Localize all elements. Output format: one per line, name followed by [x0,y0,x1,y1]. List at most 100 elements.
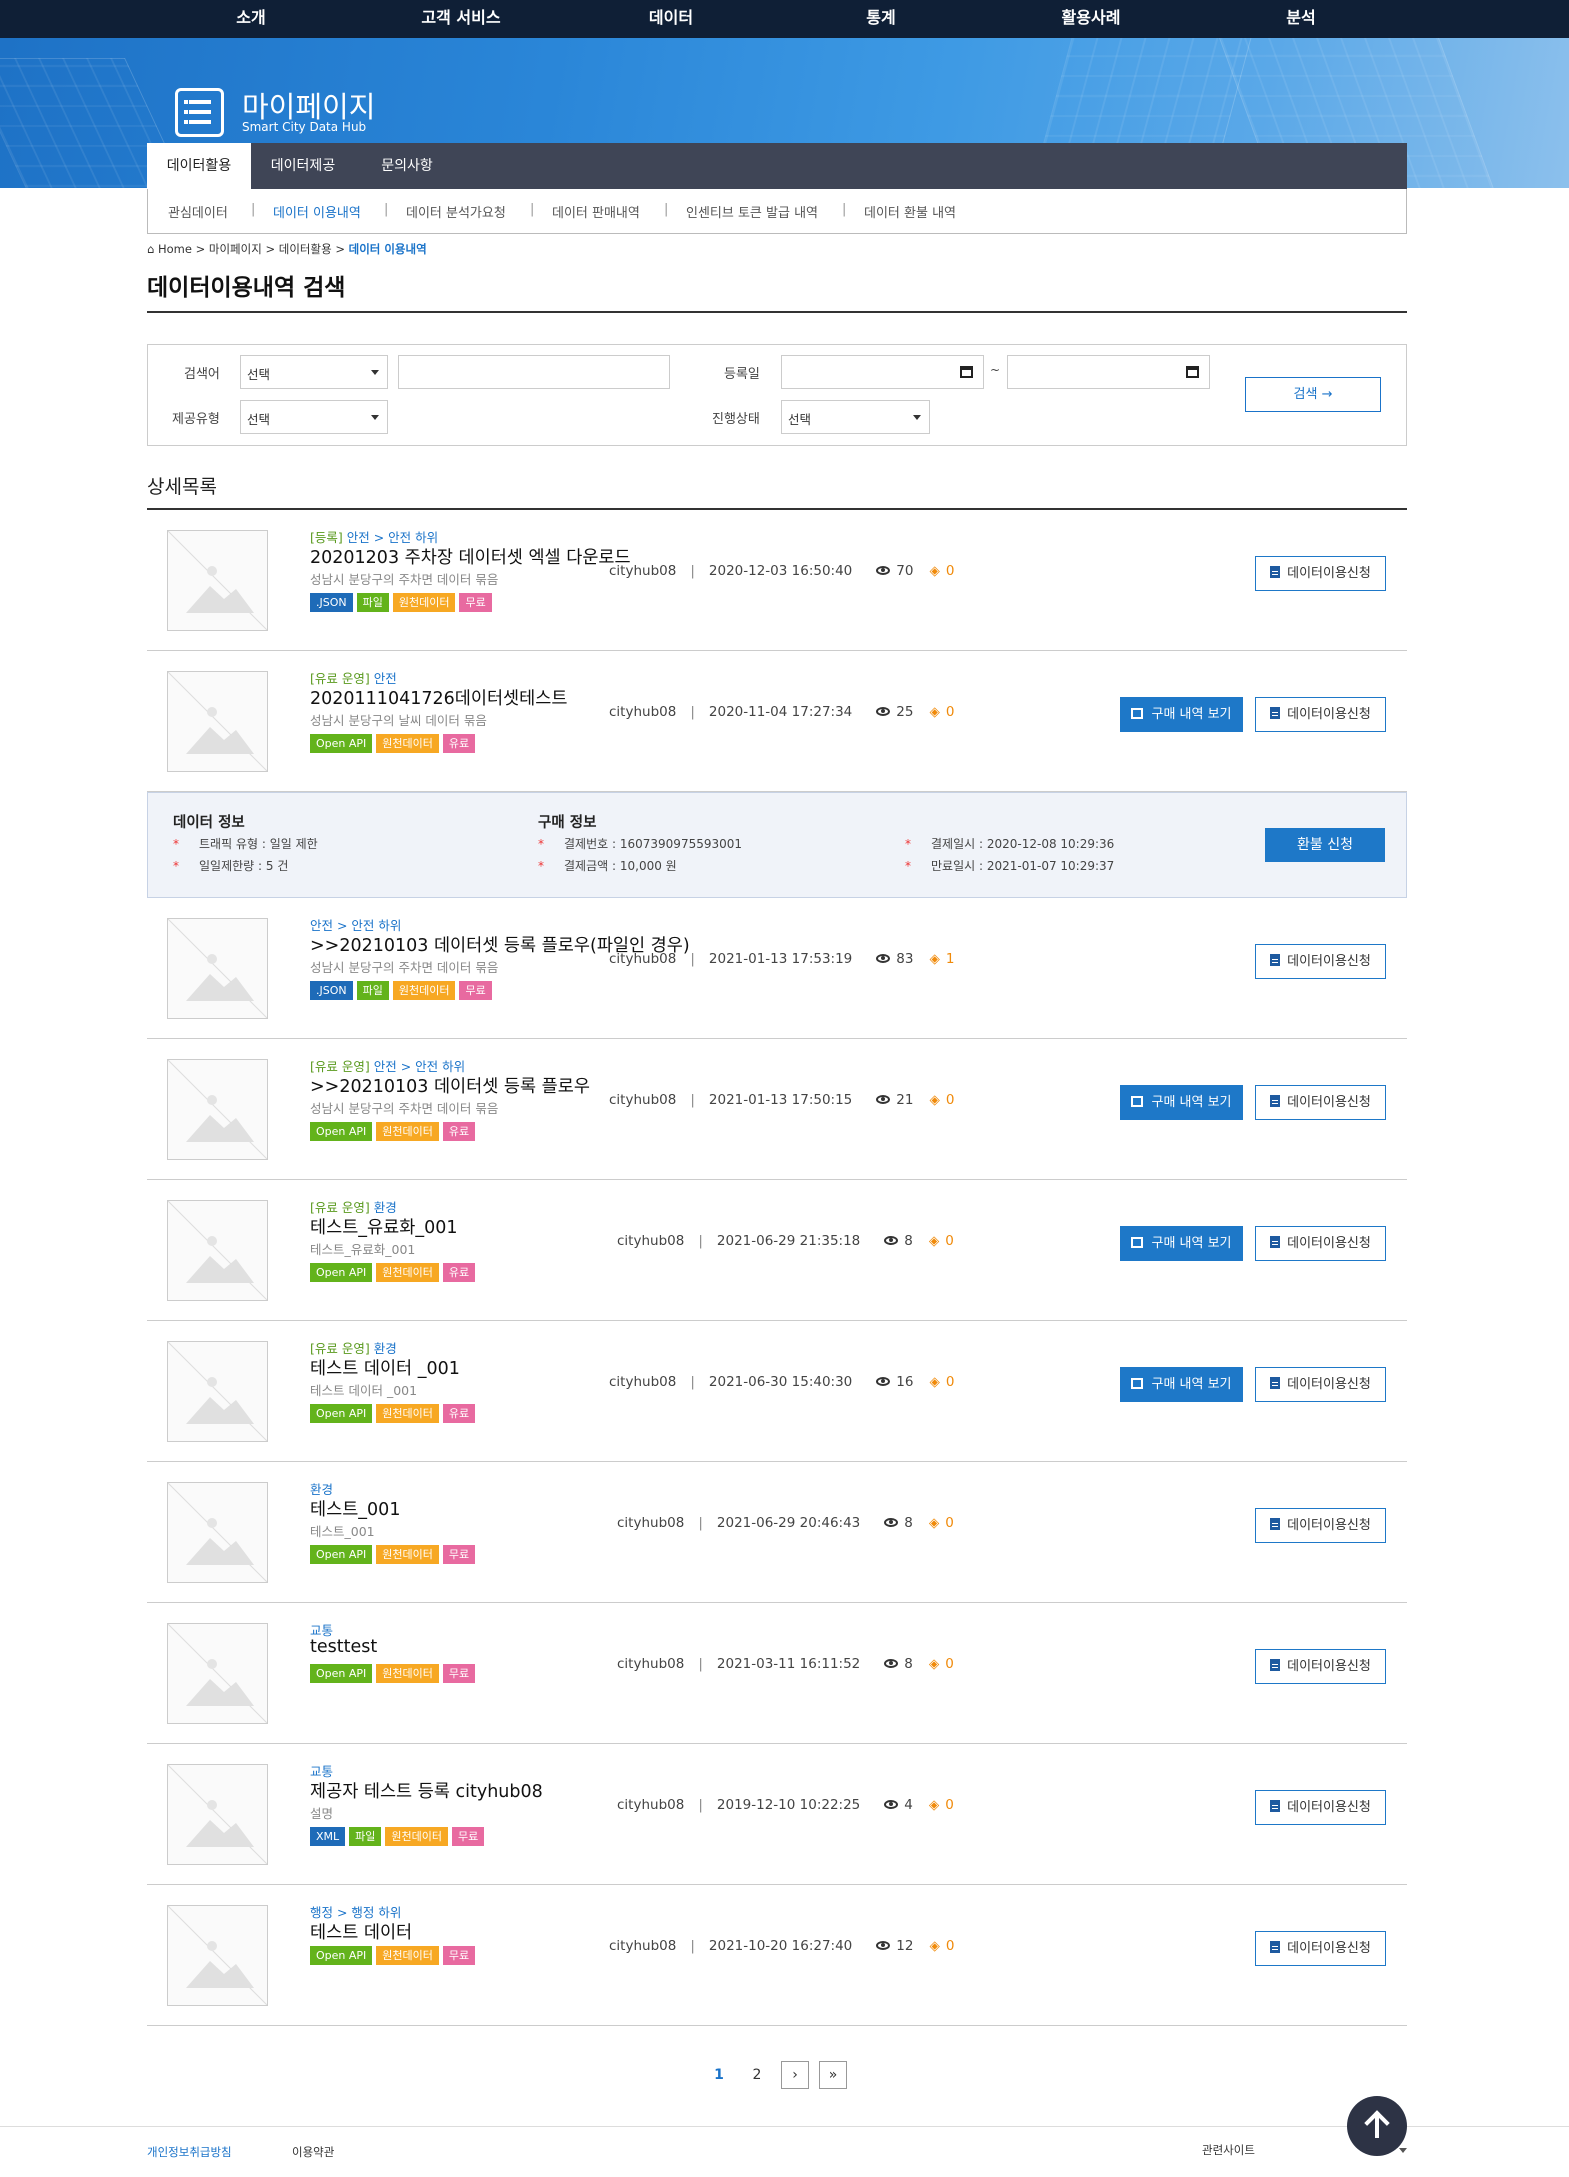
dataset-description: 성남시 분당구의 날씨 데이터 묶음 [310,713,487,728]
type-badge: .JSON [310,593,353,612]
thumbnail-image[interactable] [167,1623,268,1724]
type-badge: 무료 [452,1827,485,1846]
submenu-token-history[interactable]: 인센티브 토큰 발급 내역 [686,202,818,221]
dataset-title[interactable]: 테스트 데이터 [310,1919,412,1944]
related-sites-select[interactable]: 관련사이트 [1202,2142,1255,2158]
dataset-title[interactable]: 테스트_001 [310,1496,400,1521]
image-placeholder-icon [168,1060,267,1159]
provision-type-select[interactable]: 선택 [240,400,388,434]
status-prefix: [유료 운영] [310,671,370,686]
submenu-analyst-request[interactable]: 데이터 분석가요청 [406,202,506,221]
thumbnail-image[interactable] [167,1341,268,1442]
data-use-request-button[interactable]: 데이터이용신청 [1255,1649,1386,1684]
submenu-usage-history[interactable]: 데이터 이용내역 [273,202,361,221]
tag-icon: ◈ [929,951,940,967]
image-placeholder-icon [168,1342,267,1441]
end-date-input[interactable] [1007,355,1210,389]
payment-amount-row: * 결제금액 : 10,000 원 [538,857,677,874]
data-use-request-button[interactable]: 데이터이용신청 [1255,1508,1386,1543]
nav-statistics[interactable]: 통계 [866,4,895,28]
privacy-policy-link[interactable]: 개인정보취급방침 [147,2144,232,2160]
category-label[interactable]: 환경 [310,1482,333,1497]
purchase-history-button[interactable]: 구매 내역 보기 [1120,1367,1243,1402]
thumbnail-image[interactable] [167,1764,268,1865]
view-count: 21 [896,1092,914,1108]
dataset-description: 성남시 분당구의 주차면 데이터 묶음 [310,960,499,975]
status-select[interactable]: 선택 [781,400,930,434]
last-page-button[interactable]: » [819,2061,847,2089]
start-date-input[interactable] [781,355,984,389]
dataset-title[interactable]: testtest [310,1637,377,1657]
keyword-select[interactable]: 선택 [240,355,388,389]
nav-intro[interactable]: 소개 [236,4,265,28]
data-use-request-button[interactable]: 데이터이용신청 [1255,1367,1386,1402]
meta-separator: | [690,1092,695,1108]
calendar-icon[interactable] [960,366,973,378]
purchase-history-button[interactable]: 구매 내역 보기 [1120,1226,1243,1261]
data-use-request-button[interactable]: 데이터이용신청 [1255,1931,1386,1966]
category-label[interactable]: 교통 [310,1764,333,1779]
category-label[interactable]: 안전 > 안전 하위 [310,918,401,933]
dataset-title[interactable]: >>20210103 데이터셋 등록 플로우 [310,1073,590,1098]
data-use-request-button[interactable]: 데이터이용신청 [1255,697,1386,732]
thumbnail-image[interactable] [167,1059,268,1160]
category-label[interactable]: 행정 > 행정 하위 [310,1905,401,1920]
data-use-request-button[interactable]: 데이터이용신청 [1255,1790,1386,1825]
purchase-history-button[interactable]: 구매 내역 보기 [1120,1085,1243,1120]
keyword-input[interactable] [398,355,670,389]
data-use-request-button[interactable]: 데이터이용신청 [1255,556,1386,591]
tab-inquiries[interactable]: 문의사항 [355,143,459,189]
submenu-refund-history[interactable]: 데이터 환불 내역 [864,202,956,221]
nav-analysis[interactable]: 분석 [1286,4,1315,28]
nav-data[interactable]: 데이터 [649,4,693,28]
list-item: 교통 제공자 테스트 등록 cityhub08 설명 XML 파일 원천데이터 무료 city… [147,1744,1407,1885]
breadcrumb-data-usage[interactable]: 데이터활용 [279,242,332,256]
category-label[interactable]: 교통 [310,1623,333,1638]
category-label[interactable]: 안전 > 안전 하위 [374,1059,465,1074]
nav-customer-service[interactable]: 고객 서비스 [421,4,500,28]
registered-date: 2021-06-29 20:46:43 [716,1515,861,1531]
tag-list: Open API 원천데이터 유료 [310,732,479,753]
page-1[interactable]: 1 [705,2061,733,2089]
thumbnail-image[interactable] [167,671,268,772]
category-label[interactable]: 안전 [374,671,397,686]
category-label[interactable]: 안전 > 안전 하위 [347,530,438,545]
data-use-request-button[interactable]: 데이터이용신청 [1255,944,1386,979]
home-icon[interactable]: ⌂ [147,242,154,256]
thumbnail-image[interactable] [167,918,268,1019]
dataset-title[interactable]: 제공자 테스트 등록 cityhub08 [310,1778,543,1803]
search-button[interactable]: 검색 → [1245,377,1381,412]
thumbnail-image[interactable] [167,1905,268,2006]
footer-divider [0,2126,1569,2127]
point-count: 0 [945,1233,954,1249]
category-label[interactable]: 환경 [374,1341,397,1356]
calendar-icon[interactable] [1186,366,1199,378]
thumbnail-image[interactable] [167,1200,268,1301]
status-prefix: [등록] [310,530,343,545]
submenu-interest-data[interactable]: 관심데이터 [168,202,228,221]
dataset-title[interactable]: 테스트 데이터 _001 [310,1355,460,1380]
breadcrumb-home[interactable]: Home [158,242,192,256]
dataset-title[interactable]: 20201203 주차장 데이터셋 엑셀 다운로드 [310,544,631,569]
tab-data-provision[interactable]: 데이터제공 [251,143,355,189]
tab-data-usage[interactable]: 데이터활용 [147,143,251,189]
category-label[interactable]: 환경 [374,1200,397,1215]
point-count: 0 [945,1656,954,1672]
expire-date-label: 만료일시 : [931,859,984,873]
page-2[interactable]: 2 [743,2061,771,2089]
next-page-button[interactable]: › [781,2061,809,2089]
scroll-top-button[interactable] [1347,2096,1407,2156]
submenu-sales-history[interactable]: 데이터 판매내역 [552,202,640,221]
thumbnail-image[interactable] [167,530,268,631]
data-use-request-button[interactable]: 데이터이용신청 [1255,1085,1386,1120]
thumbnail-image[interactable] [167,1482,268,1583]
purchase-history-button[interactable]: 구매 내역 보기 [1120,697,1243,732]
terms-link[interactable]: 이용약관 [292,2144,334,2160]
nav-use-cases[interactable]: 활용사례 [1062,4,1121,28]
data-use-request-button[interactable]: 데이터이용신청 [1255,1226,1386,1261]
dataset-title[interactable]: 2020111041726데이터셋테스트 [310,685,567,710]
refund-button[interactable]: 환불 신청 [1265,828,1385,862]
status-prefix: [유료 운영] [310,1341,370,1356]
dataset-title[interactable]: 테스트_유료화_001 [310,1214,458,1239]
breadcrumb-mypage[interactable]: 마이페이지 [209,242,262,256]
